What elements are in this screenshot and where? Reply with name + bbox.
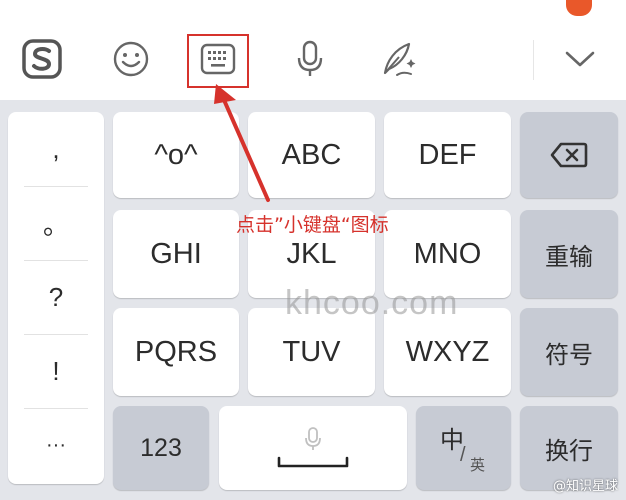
language-slash: / (460, 444, 466, 466)
toolbar-divider (533, 40, 534, 80)
numbers-button[interactable]: 123 (113, 406, 209, 490)
language-switch-button[interactable]: 中 / 英 (416, 406, 511, 490)
input-method-toolbar (0, 0, 626, 100)
backspace-button[interactable] (520, 112, 618, 198)
key-abc[interactable]: ABC (248, 112, 375, 198)
microphone-icon[interactable] (285, 34, 335, 84)
source-badge: @知识星球 (552, 479, 618, 494)
emoji-icon[interactable] (106, 34, 156, 84)
keyboard-icon[interactable] (193, 34, 243, 84)
symbol-divider (24, 186, 88, 187)
key-ghi[interactable]: GHI (113, 210, 239, 298)
symbol-divider (24, 334, 88, 335)
symbol-period[interactable]: 。 (8, 194, 104, 252)
symbol-list[interactable]: , 。 ? ! ··· (8, 112, 104, 484)
symbol-exclamation[interactable]: ! (8, 342, 104, 400)
key-def[interactable]: DEF (384, 112, 511, 198)
language-sub-label: 英 (470, 456, 486, 474)
key-pqrs[interactable]: PQRS (113, 308, 239, 396)
space-bar-icon (277, 456, 349, 468)
space-voice-button[interactable] (219, 406, 407, 490)
symbol-divider (24, 260, 88, 261)
sogou-logo-icon[interactable] (17, 34, 67, 84)
symbol-divider (24, 408, 88, 409)
microphone-icon (305, 427, 321, 450)
key-face[interactable]: ^o^ (113, 112, 239, 198)
annotation-text: 点击”小键盘“图标 (236, 214, 389, 236)
symbol-more[interactable]: ··· (8, 416, 104, 474)
watermark: khcoo.com (285, 284, 459, 322)
backspace-icon (550, 142, 588, 168)
symbol-question[interactable]: ? (8, 268, 104, 326)
symbol-comma[interactable]: , (8, 120, 104, 178)
symbols-button[interactable]: 符号 (520, 308, 618, 396)
chevron-down-icon[interactable] (555, 34, 605, 84)
retype-button[interactable]: 重输 (520, 210, 618, 298)
avatar (564, 0, 594, 18)
handwriting-icon[interactable] (372, 34, 422, 84)
